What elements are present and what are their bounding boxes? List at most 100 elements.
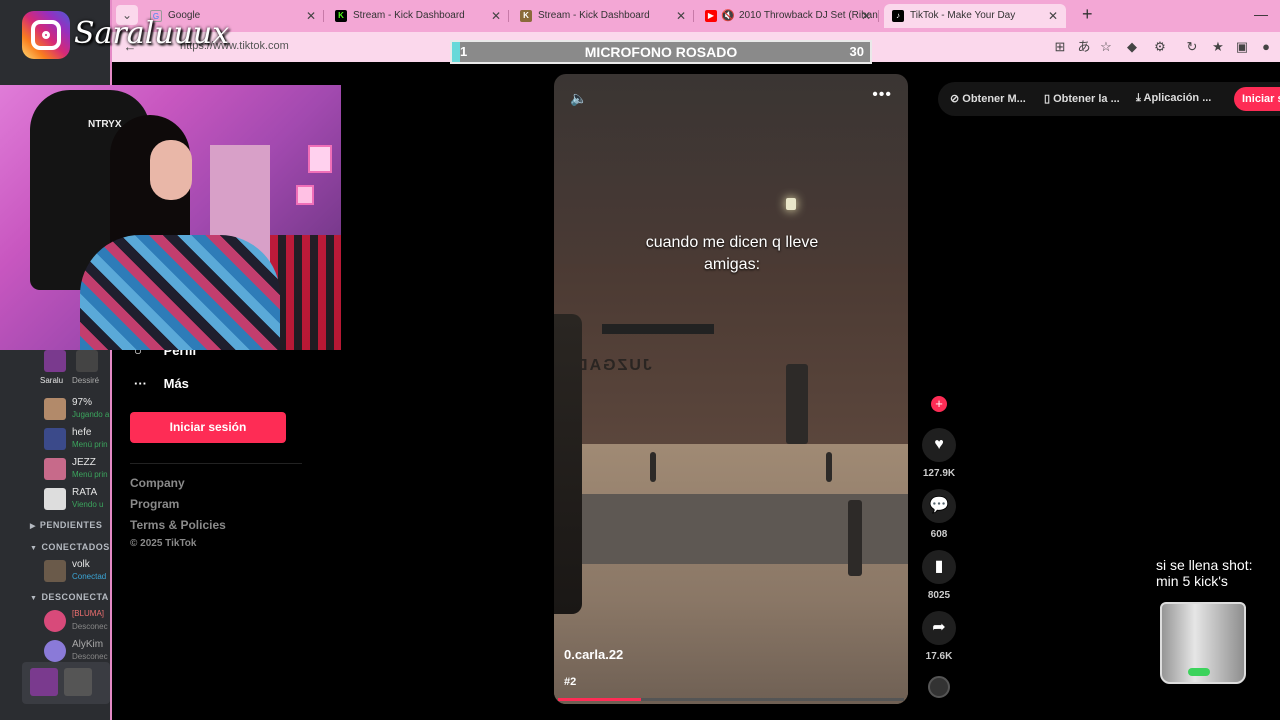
- tab-kick-dashboard[interactable]: K Stream - Kick Dashboard ✕: [327, 4, 509, 28]
- comment-icon[interactable]: 💬: [922, 489, 956, 523]
- extension-icon[interactable]: ◆: [1124, 39, 1140, 55]
- goal-progress-bar: 1 MICROFONO ROSADO 30: [450, 40, 872, 64]
- like-action[interactable]: ♥ 127.9K: [922, 428, 956, 479]
- share-icon[interactable]: ➦: [922, 611, 956, 645]
- collections-icon[interactable]: ▣: [1234, 39, 1250, 55]
- desktop-app-button[interactable]: ⤓ Aplicación ...: [1136, 92, 1211, 105]
- friend-name: Dessiré: [72, 376, 100, 385]
- youtube-icon: ▶: [705, 10, 717, 22]
- goal-title: MICROFONO ROSADO: [584, 44, 738, 60]
- close-icon[interactable]: ✕: [861, 4, 871, 28]
- user-panel[interactable]: [22, 662, 110, 704]
- sidebar-item-more[interactable]: ··· Más: [134, 376, 189, 391]
- video-caption: cuando me dicen q lleve amigas:: [604, 232, 860, 276]
- video-scene-bollard: [826, 452, 832, 482]
- muted-speaker-icon[interactable]: 🔇: [721, 4, 735, 28]
- video-scene-post: [786, 364, 808, 444]
- login-button[interactable]: Iniciar sesión: [130, 412, 286, 443]
- shot-goal-line: si se llena shot:: [1156, 557, 1253, 573]
- friend-name: JEZZ: [72, 457, 96, 468]
- avatar: [44, 560, 66, 582]
- save-action[interactable]: ▮ 8025: [922, 550, 956, 601]
- get-app-button[interactable]: ▯ Obtener la ...: [1044, 92, 1120, 105]
- friend-name: 97%: [72, 397, 93, 408]
- heart-icon[interactable]: ♥: [922, 428, 956, 462]
- phone-icon: ▯: [1044, 93, 1054, 105]
- friend-item[interactable]: volk Conectad: [40, 558, 112, 588]
- music-disc-icon[interactable]: [928, 676, 950, 698]
- friend-item[interactable]: RATA Viendo u: [40, 486, 112, 516]
- shot-goal-line: min 5 kick's: [1156, 573, 1228, 589]
- get-coins-button[interactable]: ⊘ Obtener M...: [950, 92, 1026, 105]
- webcam-wall-frame: [308, 145, 332, 173]
- video-progress-fill: [558, 698, 642, 701]
- top-login-button[interactable]: Iniciar s: [1234, 87, 1280, 111]
- video-progress-bar[interactable]: [558, 698, 904, 701]
- history-icon[interactable]: ↻: [1184, 39, 1200, 55]
- follow-plus-button[interactable]: +: [931, 396, 947, 412]
- section-label: CONECTADOS: [41, 542, 110, 552]
- tab-separator: [508, 10, 509, 22]
- volume-icon[interactable]: 🔈: [570, 90, 587, 107]
- top-actions-bar: ⊘ Obtener M... ▯ Obtener la ... ⤓ Aplica…: [938, 82, 1280, 116]
- close-icon[interactable]: ✕: [306, 4, 316, 28]
- kick-icon: K: [335, 10, 347, 22]
- friend-name: [BLUMA]: [72, 609, 105, 618]
- friend-item[interactable]: [BLUMA] Desconec: [40, 608, 112, 638]
- shot-goal-text: si se llena shot: min 5 kick's: [1156, 557, 1253, 589]
- pill-label: Aplicación ...: [1143, 92, 1212, 104]
- more-options-icon[interactable]: •••: [872, 86, 892, 104]
- share-action[interactable]: ➦ 17.6K: [922, 611, 956, 662]
- shot-glass-liquid: [1188, 668, 1210, 676]
- settings-icon[interactable]: ⚙: [1152, 39, 1168, 55]
- avatar: [44, 458, 66, 480]
- section-disconnected[interactable]: ▼ DESCONECTA: [30, 592, 109, 602]
- webcam-streamer-knees: [80, 235, 280, 350]
- instagram-handle: Saraluuux: [74, 16, 230, 51]
- avatar: [76, 350, 98, 372]
- profile-icon[interactable]: ●: [1258, 39, 1274, 55]
- section-connected[interactable]: ▼ CONECTADOS: [30, 542, 110, 552]
- section-pending[interactable]: ▶ PENDIENTES: [30, 520, 102, 530]
- friend-item[interactable]: 97% Jugando a: [40, 396, 112, 426]
- goal-target: 30: [849, 44, 864, 59]
- tab-tiktok[interactable]: ♪ TikTok - Make Your Day ✕: [884, 4, 1066, 28]
- favorites-icon[interactable]: ★: [1210, 39, 1226, 55]
- favorite-star-icon[interactable]: ☆: [1098, 39, 1114, 55]
- close-icon[interactable]: ✕: [491, 4, 501, 28]
- footer-company-link[interactable]: Company: [130, 476, 185, 490]
- avatar: [44, 640, 66, 662]
- close-icon[interactable]: ✕: [676, 4, 686, 28]
- friend-status: Menú prin: [72, 470, 108, 479]
- tab-title: TikTok - Make Your Day: [910, 10, 1016, 21]
- section-label: DESCONECTA: [41, 592, 109, 602]
- friend-item[interactable]: JEZZ Menú prin: [40, 456, 112, 486]
- comment-action[interactable]: 💬 608: [922, 489, 956, 540]
- footer-program-link[interactable]: Program: [130, 497, 179, 511]
- avatar: [44, 610, 66, 632]
- friend-status: Desconec: [72, 652, 108, 661]
- webcam-overlay: NTRYX: [0, 85, 341, 350]
- footer-terms-link[interactable]: Terms & Policies: [130, 518, 226, 532]
- apps-icon[interactable]: ⊞: [1052, 39, 1068, 55]
- tab-kick-dashboard[interactable]: K Stream - Kick Dashboard ✕: [512, 4, 694, 28]
- section-label: PENDIENTES: [39, 520, 103, 530]
- tab-title: Stream - Kick Dashboard: [353, 10, 465, 21]
- shot-glass-icon: [1160, 602, 1246, 684]
- comment-count: 608: [930, 529, 948, 540]
- webcam-streamer-face: [150, 140, 192, 200]
- friend-status: Jugando a: [72, 410, 110, 419]
- translate-icon[interactable]: あ: [1076, 39, 1092, 55]
- minimize-icon[interactable]: —: [1254, 6, 1268, 22]
- video-author[interactable]: 0.carla.22: [564, 647, 623, 662]
- bookmark-icon[interactable]: ▮: [922, 550, 956, 584]
- close-icon[interactable]: ✕: [1048, 4, 1058, 28]
- friend-item[interactable]: hefe Menú prin: [40, 426, 112, 456]
- video-hashtag[interactable]: #2: [564, 676, 576, 688]
- friend-name: AlyKim: [72, 639, 104, 650]
- chevron-down-icon: ▼: [30, 545, 38, 552]
- tab-youtube[interactable]: ▶ 🔇 2010 Throwback DJ Set (Rihan ✕: [697, 4, 879, 28]
- video-player[interactable]: JUZGAD cuando me dicen q lleve amigas: 🔈…: [554, 74, 908, 704]
- new-tab-button[interactable]: +: [1082, 4, 1093, 25]
- pill-label: Obtener la ...: [1053, 93, 1120, 105]
